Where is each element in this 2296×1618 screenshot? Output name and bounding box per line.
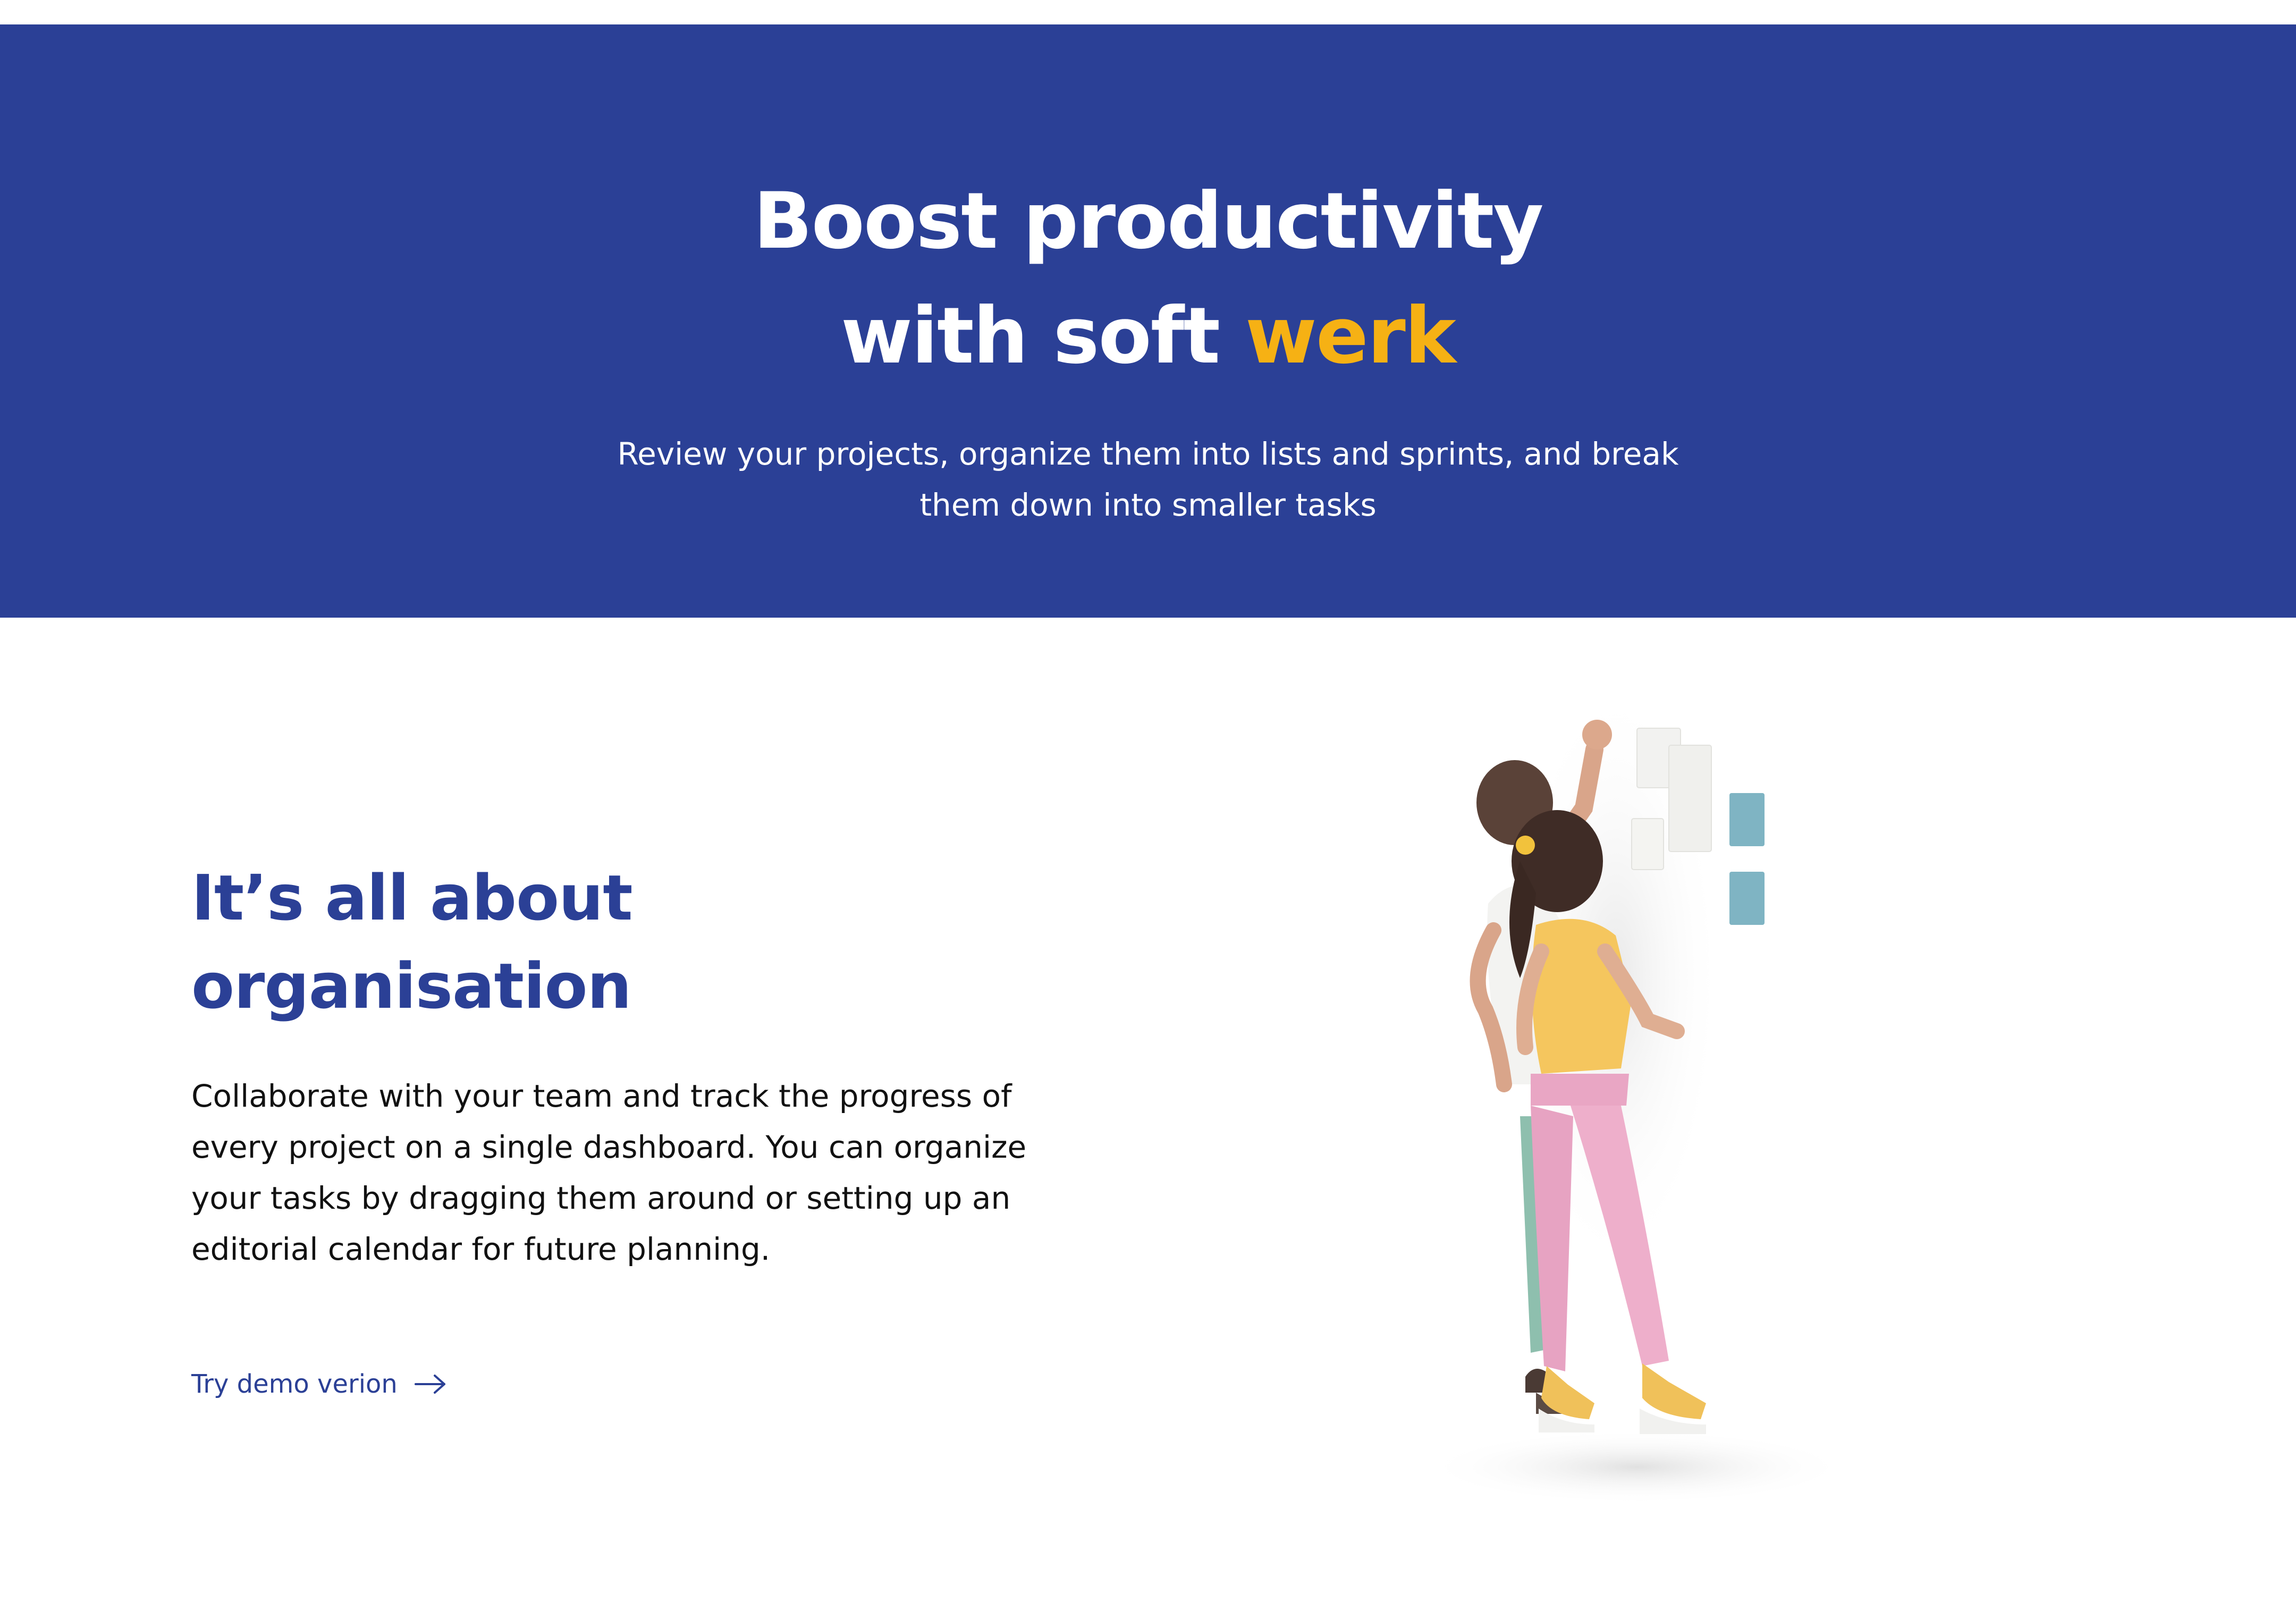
section-title-line2: organisation xyxy=(191,949,632,1023)
sticky-note-blue xyxy=(1729,793,1765,846)
arrow-right-icon xyxy=(414,1375,445,1394)
section-title-line1: It’s all about xyxy=(191,861,633,934)
section-body-line: every project on a single dashboard. You… xyxy=(191,1129,1027,1165)
hero-title-prefix: with soft xyxy=(841,291,1245,381)
people-sticky-notes-illustration xyxy=(1424,702,1839,1504)
hero-subtitle-line2: them down into smaller tasks xyxy=(919,487,1377,523)
hero-title-line2: with soft werk xyxy=(0,279,2296,393)
hero-banner: Boost productivity with soft werk Review… xyxy=(0,24,2296,618)
hero-title-accent: werk xyxy=(1245,291,1456,381)
sticky-note-white-small xyxy=(1631,818,1664,870)
hero-subtitle-line1: Review your projects, organize them into… xyxy=(617,436,1679,472)
section-body-line: your tasks by dragging them around or se… xyxy=(191,1180,1011,1216)
sticky-note-blue-lower xyxy=(1729,872,1765,925)
section-body-line: editorial calendar for future planning. xyxy=(191,1231,771,1267)
section-body-line: Collaborate with your team and track the… xyxy=(191,1078,1012,1114)
try-demo-label: Try demo verion xyxy=(191,1369,398,1399)
floor-shadow xyxy=(1424,1430,1839,1504)
sticky-note-white-tall xyxy=(1668,745,1712,852)
hero-title-line1: Boost productivity xyxy=(753,176,1543,266)
try-demo-link[interactable]: Try demo verion xyxy=(191,1363,448,1405)
